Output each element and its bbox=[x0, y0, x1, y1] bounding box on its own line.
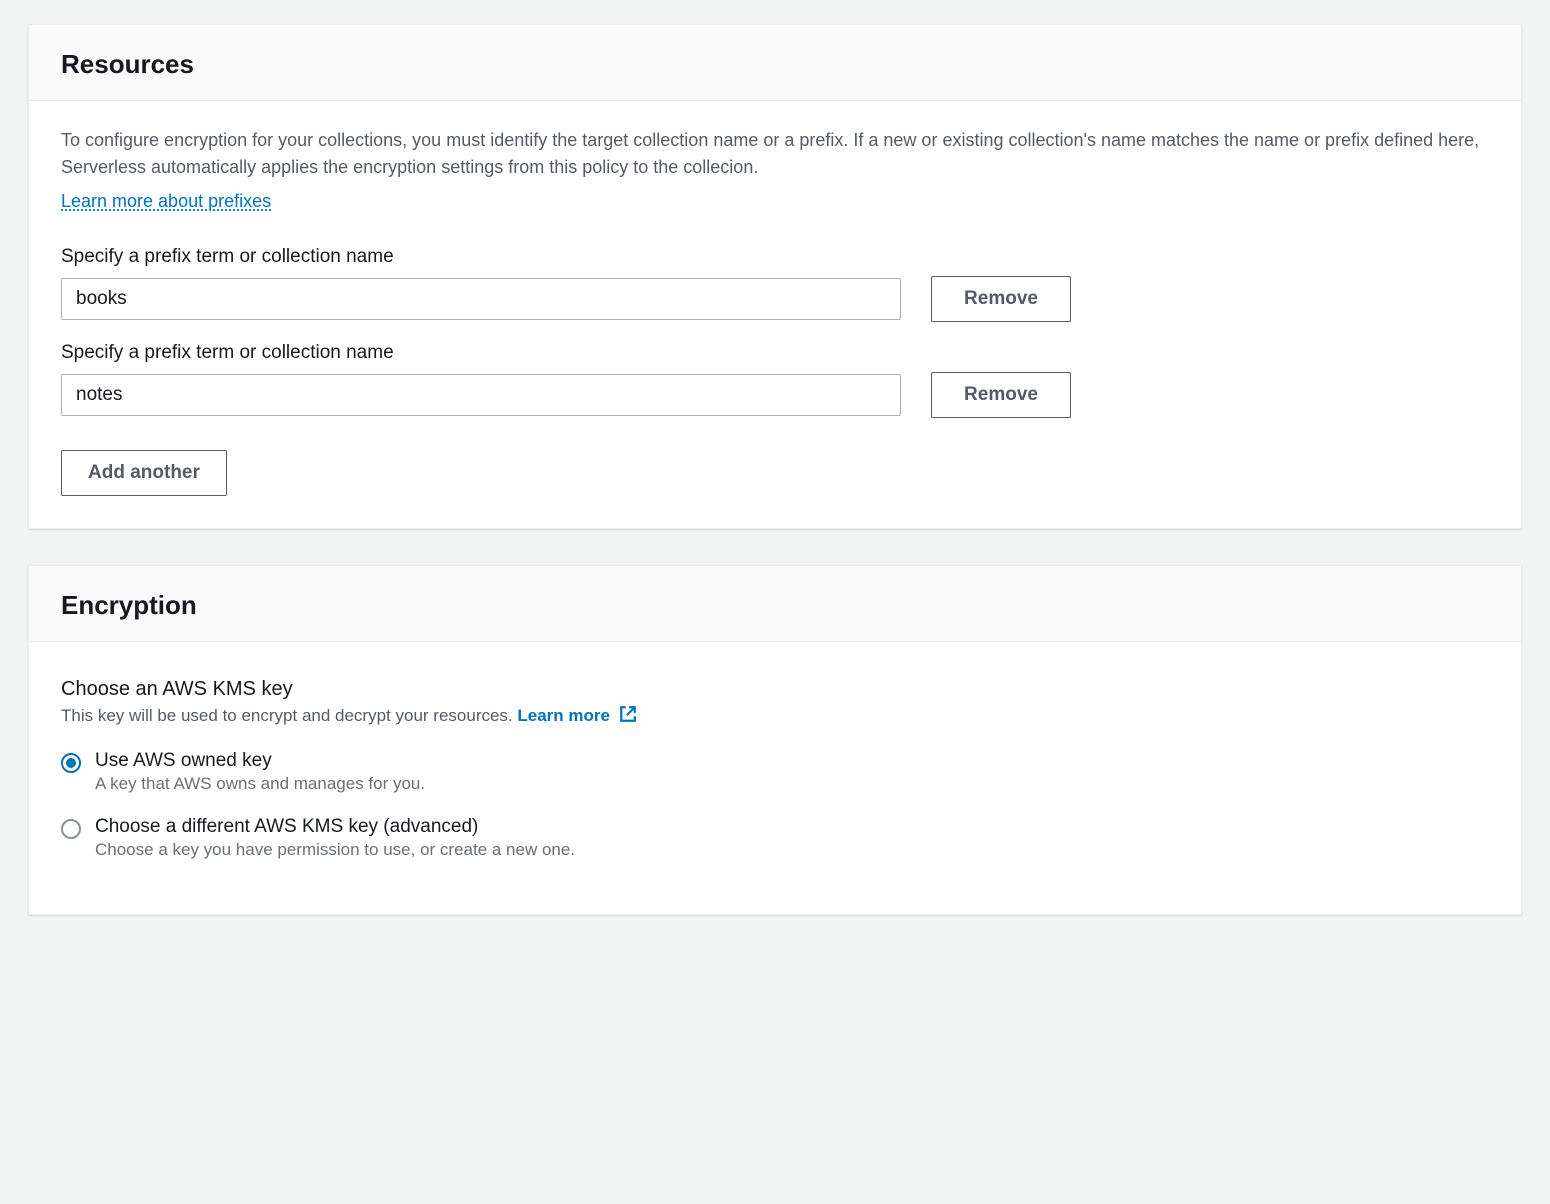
resource-field-label: Specify a prefix term or collection name bbox=[61, 342, 1489, 364]
resources-title: Resources bbox=[61, 49, 1489, 80]
resource-input-row: Remove bbox=[61, 276, 1489, 322]
add-another-button[interactable]: Add another bbox=[61, 450, 227, 496]
kms-option-title: Use AWS owned key bbox=[95, 750, 425, 772]
resource-field-block: Specify a prefix term or collection name… bbox=[61, 342, 1489, 418]
resource-field-block: Specify a prefix term or collection name… bbox=[61, 246, 1489, 322]
resource-prefix-input[interactable] bbox=[61, 374, 901, 416]
remove-resource-button[interactable]: Remove bbox=[931, 372, 1071, 418]
encryption-header: Encryption bbox=[29, 566, 1521, 642]
choose-kms-label: Choose an AWS KMS key bbox=[61, 678, 1489, 701]
encryption-learn-more-label: Learn more bbox=[517, 706, 610, 725]
resources-header: Resources bbox=[29, 25, 1521, 101]
resources-body: To configure encryption for your collect… bbox=[29, 101, 1521, 528]
encryption-learn-more-link[interactable]: Learn more bbox=[517, 706, 636, 725]
choose-kms-sub: This key will be used to encrypt and dec… bbox=[61, 705, 1489, 728]
remove-resource-button[interactable]: Remove bbox=[931, 276, 1071, 322]
resource-input-row: Remove bbox=[61, 372, 1489, 418]
kms-option-sub: Choose a key you have permission to use,… bbox=[95, 840, 575, 860]
encryption-panel: Encryption Choose an AWS KMS key This ke… bbox=[28, 565, 1522, 915]
resources-panel: Resources To configure encryption for yo… bbox=[28, 24, 1522, 529]
encryption-body: Choose an AWS KMS key This key will be u… bbox=[29, 642, 1521, 914]
kms-option-labels: Use AWS owned key A key that AWS owns an… bbox=[95, 750, 425, 794]
kms-option-title: Choose a different AWS KMS key (advanced… bbox=[95, 816, 575, 838]
encryption-title: Encryption bbox=[61, 590, 1489, 621]
kms-option-labels: Choose a different AWS KMS key (advanced… bbox=[95, 816, 575, 860]
radio-unselected-icon[interactable] bbox=[61, 819, 81, 839]
kms-option-row[interactable]: Choose a different AWS KMS key (advanced… bbox=[61, 816, 1489, 860]
resource-prefix-input[interactable] bbox=[61, 278, 901, 320]
choose-kms-sub-text: This key will be used to encrypt and dec… bbox=[61, 706, 513, 725]
resources-description: To configure encryption for your collect… bbox=[61, 127, 1489, 181]
resource-field-label: Specify a prefix term or collection name bbox=[61, 246, 1489, 268]
kms-option-sub: A key that AWS owns and manages for you. bbox=[95, 774, 425, 794]
external-link-icon bbox=[619, 705, 637, 728]
radio-selected-icon[interactable] bbox=[61, 753, 81, 773]
learn-more-prefixes-link[interactable]: Learn more about prefixes bbox=[61, 191, 271, 211]
kms-option-row[interactable]: Use AWS owned key A key that AWS owns an… bbox=[61, 750, 1489, 794]
